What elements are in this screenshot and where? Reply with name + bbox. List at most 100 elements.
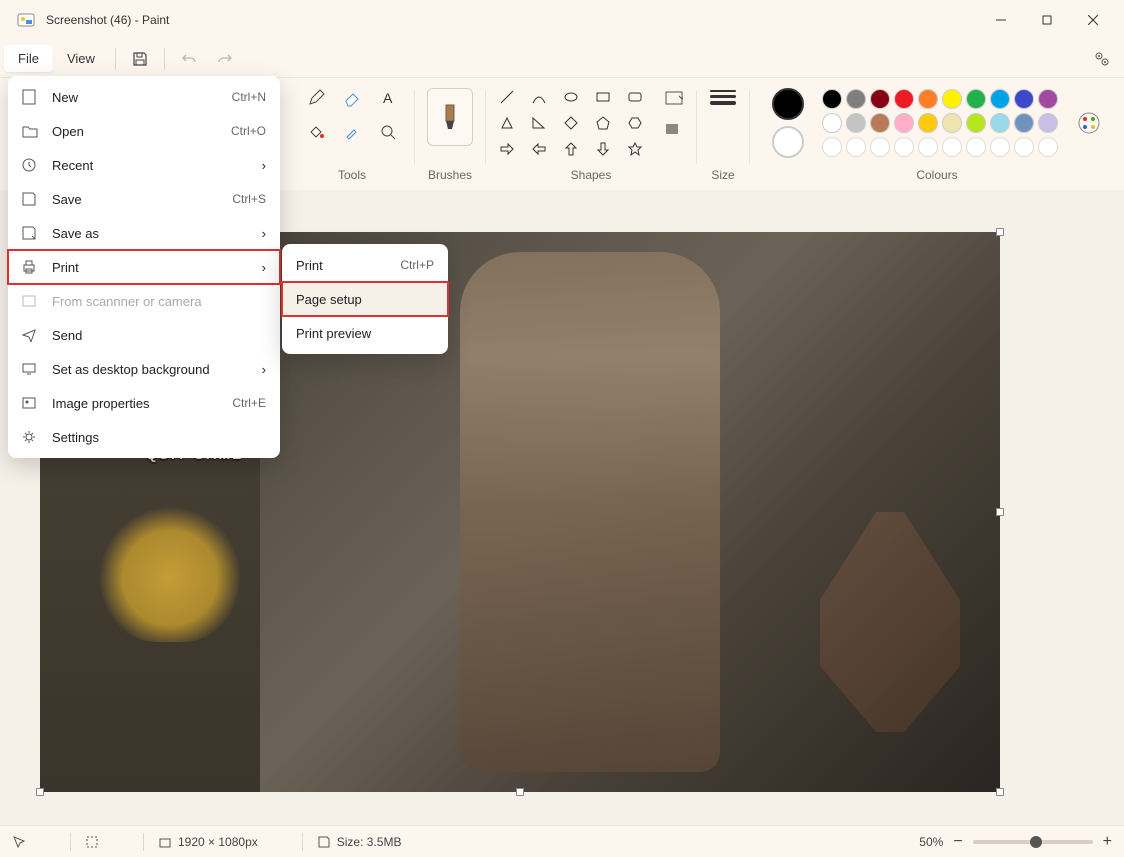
color-swatch[interactable] <box>1014 113 1034 133</box>
color-swatch[interactable] <box>1038 113 1058 133</box>
resize-handle[interactable] <box>996 788 1004 796</box>
color-swatch[interactable] <box>942 89 962 109</box>
shape-diamond-icon[interactable] <box>562 114 580 132</box>
shapes-grid[interactable] <box>498 88 646 158</box>
menu-view[interactable]: View <box>53 45 109 72</box>
menu-item-recent[interactable]: Recent› <box>8 148 280 182</box>
fill-icon[interactable] <box>306 122 326 142</box>
color-swatch[interactable] <box>894 113 914 133</box>
zoom-in-button[interactable]: + <box>1103 833 1112 851</box>
color-swatch[interactable] <box>894 89 914 109</box>
shape-rect-icon[interactable] <box>594 88 612 106</box>
menu-item-open[interactable]: OpenCtrl+O <box>8 114 280 148</box>
color-swatch[interactable] <box>846 137 866 157</box>
zoom-out-button[interactable]: − <box>953 833 962 851</box>
canvas-content-handprint <box>100 482 240 642</box>
pencil-icon[interactable] <box>306 88 326 108</box>
color-swatch[interactable] <box>894 137 914 157</box>
color-swatch[interactable] <box>990 137 1010 157</box>
color-swatch[interactable] <box>918 137 938 157</box>
maximize-button[interactable] <box>1024 4 1070 36</box>
menu-item-save-as[interactable]: Save as› <box>8 216 280 250</box>
shape-arrow-left-icon[interactable] <box>530 140 548 158</box>
print-submenu: PrintCtrl+P Page setup Print preview <box>282 244 448 354</box>
shape-arrow-up-icon[interactable] <box>562 140 580 158</box>
color-swatch[interactable] <box>990 113 1010 133</box>
redo-icon[interactable] <box>207 44 243 74</box>
color-swatch[interactable] <box>1014 89 1034 109</box>
ribbon-label-tools: Tools <box>338 168 366 184</box>
magnifier-icon[interactable] <box>378 122 398 142</box>
statusbar: 1920 × 1080px Size: 3.5MB 50% − + <box>0 825 1124 857</box>
eraser-icon[interactable] <box>342 88 362 108</box>
color-swatch[interactable] <box>1038 137 1058 157</box>
shape-outline-icon[interactable] <box>664 88 684 108</box>
shape-triangle-icon[interactable] <box>530 114 548 132</box>
submenu-item-page-setup[interactable]: Page setup <box>282 282 448 316</box>
shape-polygon-icon[interactable] <box>498 114 516 132</box>
color-swatch[interactable] <box>966 113 986 133</box>
ribbon-label-size: Size <box>711 168 734 184</box>
canvas-content-figure <box>460 252 720 772</box>
shape-curve-icon[interactable] <box>530 88 548 106</box>
text-icon[interactable]: A <box>378 88 398 108</box>
shape-line-icon[interactable] <box>498 88 516 106</box>
color-swatch[interactable] <box>822 113 842 133</box>
shape-oval-icon[interactable] <box>562 88 580 106</box>
color-swatch[interactable] <box>822 89 842 109</box>
shape-arrow-right-icon[interactable] <box>498 140 516 158</box>
submenu-item-print[interactable]: PrintCtrl+P <box>282 248 448 282</box>
menu-item-desktop-background[interactable]: Set as desktop background› <box>8 352 280 386</box>
shape-hexagon-icon[interactable] <box>626 114 644 132</box>
menu-item-image-properties[interactable]: Image propertiesCtrl+E <box>8 386 280 420</box>
color-swatch[interactable] <box>918 89 938 109</box>
color-swatch[interactable] <box>846 113 866 133</box>
color-swatch[interactable] <box>942 137 962 157</box>
resize-handle[interactable] <box>996 228 1004 236</box>
color-swatch[interactable] <box>870 113 890 133</box>
color-swatch[interactable] <box>846 89 866 109</box>
resize-handle[interactable] <box>36 788 44 796</box>
clock-icon <box>22 158 40 172</box>
edit-colors-icon[interactable] <box>1076 110 1102 136</box>
color-swatch[interactable] <box>966 89 986 109</box>
menu-item-print[interactable]: Print› <box>8 250 280 284</box>
shape-fill-icon[interactable] <box>664 120 684 140</box>
resize-handle[interactable] <box>516 788 524 796</box>
zoom-slider[interactable] <box>973 840 1093 844</box>
color-secondary[interactable] <box>772 126 804 158</box>
menu-item-settings[interactable]: Settings <box>8 420 280 454</box>
shape-pentagon-icon[interactable] <box>594 114 612 132</box>
color-swatch[interactable] <box>942 113 962 133</box>
color-swatch[interactable] <box>1014 137 1034 157</box>
menu-file[interactable]: File <box>4 45 53 72</box>
settings-icon[interactable] <box>1084 44 1120 74</box>
brush-selector[interactable] <box>427 88 473 146</box>
color-swatch[interactable] <box>966 137 986 157</box>
color-primary[interactable] <box>772 88 804 120</box>
minimize-button[interactable] <box>978 4 1024 36</box>
close-button[interactable] <box>1070 4 1116 36</box>
color-swatch[interactable] <box>870 89 890 109</box>
folder-open-icon <box>22 124 40 138</box>
color-swatch[interactable] <box>870 137 890 157</box>
color-swatch[interactable] <box>822 137 842 157</box>
menu-item-send[interactable]: Send <box>8 318 280 352</box>
undo-icon[interactable] <box>171 44 207 74</box>
resize-handle[interactable] <box>996 508 1004 516</box>
color-swatch[interactable] <box>990 89 1010 109</box>
menu-item-new[interactable]: NewCtrl+N <box>8 80 280 114</box>
shape-star-icon[interactable] <box>626 140 644 158</box>
ribbon-group-brushes: Brushes <box>415 82 485 188</box>
save-icon[interactable] <box>122 44 158 74</box>
eyedropper-icon[interactable] <box>342 122 362 142</box>
color-swatch[interactable] <box>1038 89 1058 109</box>
size-selector[interactable] <box>709 88 737 106</box>
menu-item-save[interactable]: SaveCtrl+S <box>8 182 280 216</box>
color-swatch[interactable] <box>918 113 938 133</box>
chevron-right-icon: › <box>262 226 266 241</box>
color-palette <box>822 89 1058 157</box>
shape-arrow-down-icon[interactable] <box>594 140 612 158</box>
shape-roundrect-icon[interactable] <box>626 88 644 106</box>
submenu-item-print-preview[interactable]: Print preview <box>282 316 448 350</box>
